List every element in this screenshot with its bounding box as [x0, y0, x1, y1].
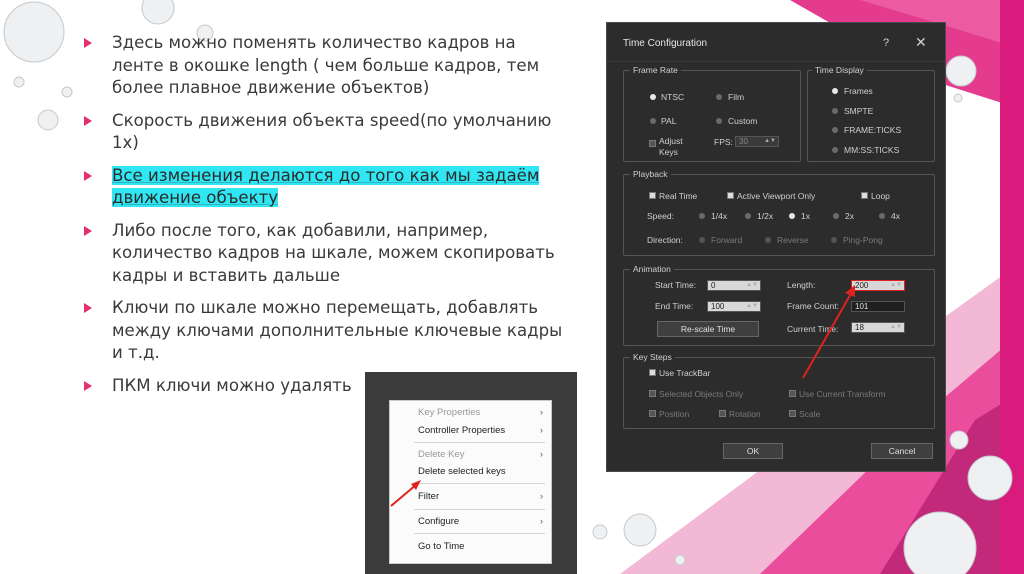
slide: Здесь можно поменять количество кадров н…	[0, 0, 1024, 574]
bullet-text: Здесь можно поменять количество кадров н…	[112, 33, 540, 97]
bullet-item: Здесь можно поменять количество кадров н…	[84, 32, 564, 100]
bullet-arrow-icon	[84, 170, 92, 181]
bullet-text: Скорость движения объекта speed(по умолч…	[112, 110, 552, 153]
bullet-arrow-icon	[84, 115, 92, 126]
bullet-text: ПКМ ключи можно удалять	[112, 375, 352, 395]
annotation-arrow-icon	[390, 480, 421, 507]
bullet-item: Ключи по шкале можно перемещать, добавля…	[84, 297, 564, 365]
annotation-arrow-icon	[802, 285, 855, 379]
bullet-text: Либо после того, как добавили, например,…	[112, 220, 555, 285]
bullet-arrow-icon	[84, 38, 92, 48]
time-configuration-dialog: Time Configuration ? ✕ Frame Rate NTSC F…	[606, 22, 946, 472]
bullet-text: Ключи по шкале можно перемещать, добавля…	[112, 298, 563, 362]
bullet-list: Здесь можно поменять количество кадров н…	[84, 32, 564, 407]
context-menu-screenshot: Key Properties › Controller Properties ›…	[365, 372, 577, 574]
bullet-arrow-icon	[84, 303, 92, 313]
bullet-arrow-icon	[84, 225, 92, 236]
bullet-arrow-icon	[84, 380, 92, 391]
bullet-item: Либо после того, как добавили, например,…	[84, 220, 564, 288]
bullet-text-highlighted: Все изменения делаются до того как мы за…	[112, 165, 540, 207]
bullet-item: Скорость движения объекта speed(по умолч…	[84, 110, 564, 155]
bullet-item: Все изменения делаются до того как мы за…	[84, 165, 564, 210]
